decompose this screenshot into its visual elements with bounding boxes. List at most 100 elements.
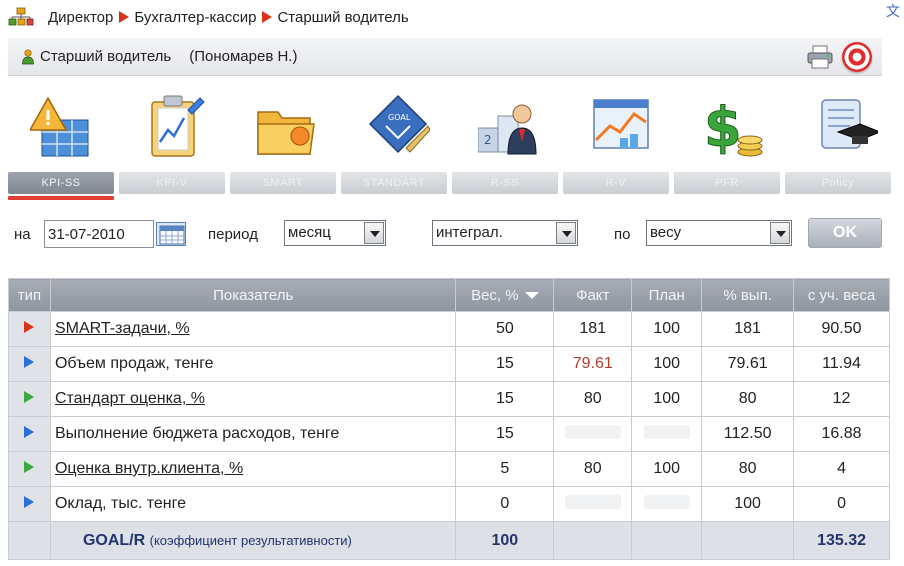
- table-row: Объем продаж, тенге 15 79.61 100 79.61 11.94: [8, 346, 890, 382]
- standard-goal-icon[interactable]: GOAL: [344, 88, 454, 170]
- weight-cell: 15: [455, 381, 555, 417]
- row-type-cell: [8, 416, 51, 452]
- pfr-money-icon[interactable]: $: [680, 88, 790, 170]
- filter-bar: на период месяц интеграл. по весу OK: [8, 218, 888, 252]
- flag-icon: [24, 461, 35, 473]
- tab-pfr[interactable]: PFR: [674, 172, 780, 194]
- table-row: Оценка внутр.клиента, % 5 80 100 80 4: [8, 451, 890, 487]
- plan-cell: 100: [631, 311, 703, 347]
- total-weight: 100: [455, 521, 555, 560]
- breadcrumb-separator-icon: [262, 11, 273, 23]
- plan-cell: 100: [631, 346, 703, 382]
- org-chart-icon[interactable]: [8, 7, 34, 27]
- tab-kpi-ss[interactable]: KPI-SS: [8, 172, 114, 200]
- row-type-cell: [8, 451, 51, 487]
- r-ss-podium-icon[interactable]: 2: [456, 88, 566, 170]
- breadcrumb-item-director[interactable]: Директор: [48, 9, 113, 26]
- goal-target-icon[interactable]: [842, 42, 872, 72]
- indicator-name[interactable]: SMART-задачи, %: [49, 311, 457, 347]
- fact-cell: [553, 416, 633, 452]
- tab-standart[interactable]: STANDART: [341, 172, 447, 194]
- svg-text:GOAL: GOAL: [388, 113, 411, 122]
- printer-icon[interactable]: [806, 44, 834, 70]
- kpi-grid-icon[interactable]: [8, 88, 118, 170]
- weighted-cell: 4: [793, 451, 890, 487]
- fact-cell: 79.61: [553, 346, 633, 382]
- weight-cell: 5: [455, 451, 555, 487]
- tab-smart[interactable]: SMART: [230, 172, 336, 194]
- chevron-down-icon[interactable]: [770, 222, 790, 244]
- date-input[interactable]: [44, 220, 154, 248]
- weight-cell: 15: [455, 346, 555, 382]
- indicator-name[interactable]: Стандарт оценка, %: [49, 381, 457, 417]
- table-header-row: тип Показатель Вес, % Факт План % вып. с…: [8, 278, 890, 312]
- period-select[interactable]: месяц: [284, 220, 386, 246]
- plan-cell: [631, 416, 703, 452]
- weight-cell: 0: [455, 486, 555, 522]
- smart-folder-icon[interactable]: [232, 88, 342, 170]
- breadcrumb: Директор Бухгалтер-кассир Старший водите…: [8, 6, 409, 28]
- r-v-chart-icon[interactable]: [568, 88, 678, 170]
- breadcrumb-item-senior-driver[interactable]: Старший водитель: [277, 9, 408, 26]
- total-sublabel: (коэффициент результативности): [149, 532, 352, 548]
- svg-text:$: $: [704, 96, 742, 159]
- col-plan[interactable]: План: [631, 278, 703, 312]
- sort-desc-icon[interactable]: [524, 292, 539, 300]
- employee-header: Старший водитель (Пономарев Н.): [8, 38, 882, 76]
- breadcrumb-separator-icon: [119, 11, 130, 23]
- by-select[interactable]: весу: [646, 220, 792, 246]
- tab-policy[interactable]: Policy: [785, 172, 891, 194]
- weighted-cell: 11.94: [793, 346, 890, 382]
- tab-kpi-v[interactable]: KPI-V: [119, 172, 225, 194]
- weight-cell: 50: [455, 311, 555, 347]
- weighted-cell: 16.88: [793, 416, 890, 452]
- flag-icon: [24, 496, 35, 508]
- weighted-cell: 90.50: [793, 311, 890, 347]
- mode-select[interactable]: интеграл.: [432, 220, 578, 246]
- chevron-down-icon[interactable]: [364, 222, 384, 244]
- col-weight[interactable]: Вес, %: [455, 278, 555, 312]
- translate-icon[interactable]: 文: [882, 0, 902, 22]
- tab-r-v[interactable]: R-V: [563, 172, 669, 194]
- employee-name: (Пономарев Н.): [189, 48, 298, 65]
- table-total-row: GOAL/R (коэффициент результативности) 10…: [8, 521, 890, 560]
- indicator-name: Выполнение бюджета расходов, тенге: [49, 416, 457, 452]
- mode-select-value: интеграл.: [436, 224, 503, 241]
- fact-cell: 181: [553, 311, 633, 347]
- period-select-value: месяц: [288, 224, 331, 241]
- fact-cell: 80: [553, 381, 633, 417]
- chevron-down-icon[interactable]: [556, 222, 576, 244]
- tab-r-ss[interactable]: R-SS: [452, 172, 558, 194]
- blank-value: [564, 424, 621, 439]
- blank-value: [643, 424, 690, 439]
- col-indicator[interactable]: Показатель: [49, 278, 457, 312]
- calendar-icon[interactable]: [156, 222, 186, 246]
- user-icon: [22, 48, 34, 65]
- kpi-table: тип Показатель Вес, % Факт План % вып. с…: [8, 278, 890, 560]
- pct-cell: 100: [701, 486, 795, 522]
- indicator-name: Объем продаж, тенге: [49, 346, 457, 382]
- col-type[interactable]: тип: [8, 278, 51, 312]
- kpi-chart-icon[interactable]: [120, 88, 230, 170]
- indicator-name[interactable]: Оценка внутр.клиента, %: [49, 451, 457, 487]
- fact-cell: [553, 486, 633, 522]
- kpi-icon-toolbar: GOAL 2 $: [8, 88, 882, 170]
- period-label: период: [208, 226, 258, 243]
- by-select-value: весу: [650, 224, 682, 241]
- col-pct[interactable]: % вып.: [701, 278, 795, 312]
- by-label: по: [614, 226, 631, 243]
- policy-scroll-icon[interactable]: [792, 88, 902, 170]
- ok-button[interactable]: OK: [808, 218, 882, 248]
- blank-value: [564, 494, 621, 509]
- breadcrumb-item-accountant[interactable]: Бухгалтер-кассир: [134, 9, 256, 26]
- total-weighted: 135.32: [793, 521, 890, 560]
- pct-cell: 80: [701, 451, 795, 487]
- pct-cell: 181: [701, 311, 795, 347]
- col-weighted[interactable]: с уч. веса: [793, 278, 890, 312]
- indicator-name: Оклад, тыс. тенге: [49, 486, 457, 522]
- flag-icon: [24, 426, 35, 438]
- table-row: Выполнение бюджета расходов, тенге 15 112.…: [8, 416, 890, 452]
- pct-cell: 80: [701, 381, 795, 417]
- total-label: GOAL/R (коэффициент результативности): [49, 521, 457, 560]
- col-fact[interactable]: Факт: [553, 278, 633, 312]
